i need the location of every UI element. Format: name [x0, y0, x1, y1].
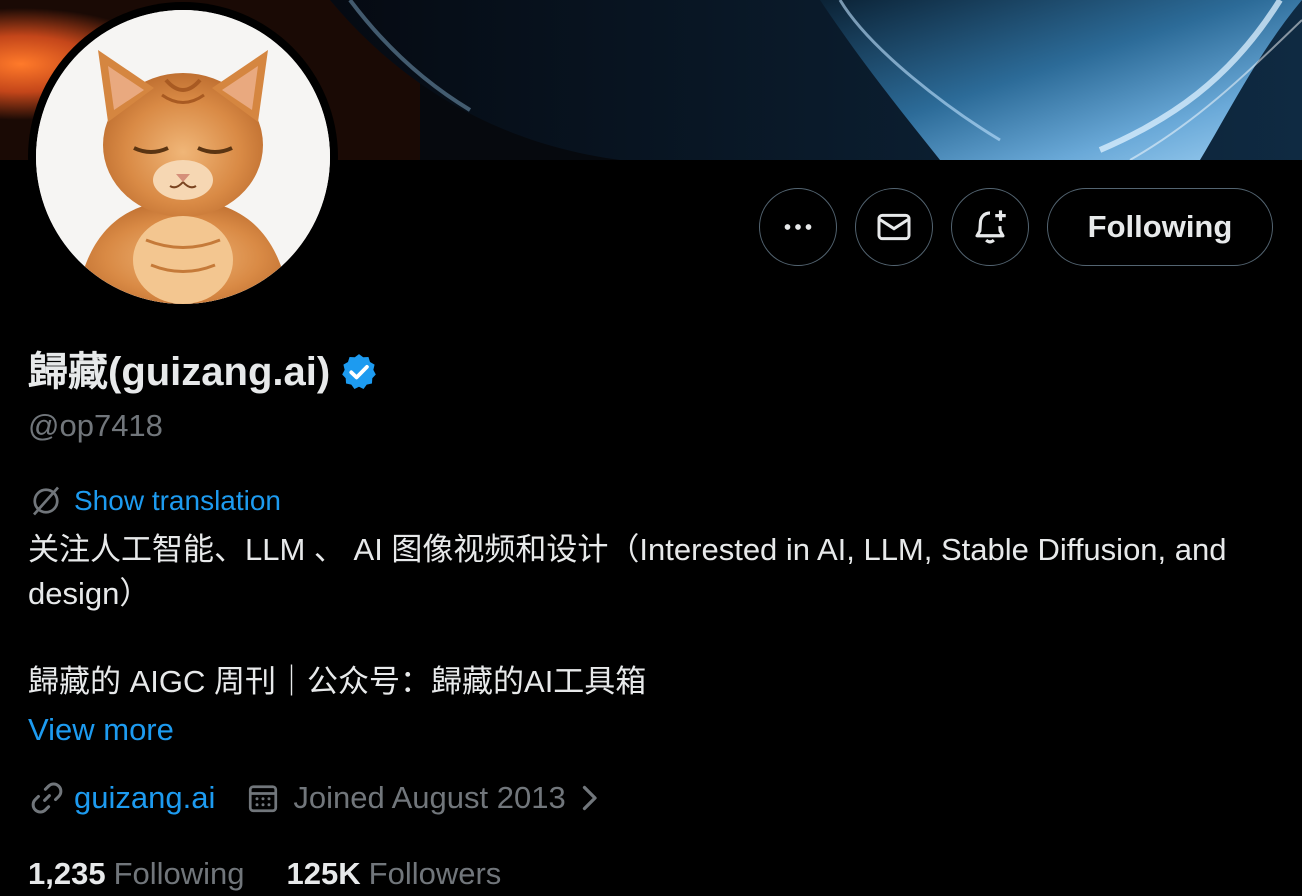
show-translation-label: Show translation	[74, 485, 282, 516]
following-count: 1,235	[28, 856, 106, 891]
following-button-label: Following	[1087, 209, 1233, 244]
profile-meta: guizang.ai Joined August 2013	[28, 776, 604, 820]
avatar-border	[28, 2, 338, 312]
chevron-right-icon[interactable]	[574, 780, 604, 816]
followers-count: 125K	[286, 856, 361, 891]
translate-icon	[32, 486, 60, 516]
profile-actions: Following	[759, 188, 1273, 266]
following-stat[interactable]: 1,235 Following	[28, 852, 245, 896]
website-link[interactable]: guizang.ai	[74, 776, 215, 820]
more-button[interactable]	[759, 188, 837, 266]
profile-bio: 关注人工智能、LLM 、 AI 图像视频和设计（Interested in AI…	[28, 532, 1227, 611]
bell-plus-icon	[975, 210, 1006, 244]
profile-page: Following 歸藏(guizang.ai) @op7418 Show tr…	[0, 0, 1302, 896]
notify-button[interactable]	[951, 188, 1029, 266]
display-name-row: 歸藏(guizang.ai)	[28, 344, 380, 400]
show-translation-link[interactable]: Show translation	[28, 482, 281, 520]
cat-avatar-image	[36, 10, 330, 304]
view-more-link[interactable]: View more	[28, 708, 174, 752]
profile-bio-line2: 歸藏的 AIGC 周刊｜公众号：歸藏的AI工具箱	[28, 664, 647, 699]
joined-date: Joined August 2013	[293, 780, 566, 815]
followers-label: Followers	[368, 856, 502, 891]
more-horizontal-icon	[784, 224, 812, 230]
followers-stat[interactable]: 125K Followers	[287, 852, 502, 896]
avatar[interactable]	[36, 10, 330, 304]
display-name: 歸藏(guizang.ai)	[28, 350, 331, 394]
message-button[interactable]	[855, 188, 933, 266]
profile-handle: @op7418	[28, 408, 163, 443]
profile-stats: 1,235 Following 125K Followers	[28, 852, 501, 896]
link-icon	[31, 782, 63, 814]
mail-icon	[877, 213, 911, 241]
following-label: Following	[113, 856, 245, 891]
calendar-icon	[249, 785, 278, 813]
verified-badge-icon[interactable]	[338, 351, 380, 393]
following-button[interactable]: Following	[1047, 188, 1273, 266]
